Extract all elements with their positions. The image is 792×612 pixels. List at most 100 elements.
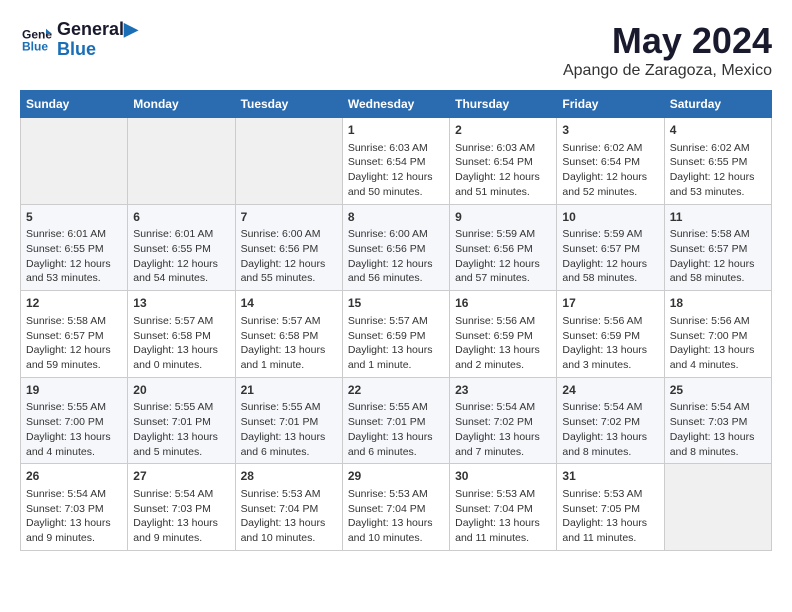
- day-info-line: Daylight: 13 hours: [348, 516, 444, 531]
- header-cell-friday: Friday: [557, 91, 664, 118]
- day-info-line: Sunset: 6:59 PM: [348, 329, 444, 344]
- day-number: 21: [241, 382, 337, 399]
- day-info-line: Sunset: 7:01 PM: [348, 415, 444, 430]
- day-info-line: Sunrise: 5:58 AM: [26, 314, 122, 329]
- day-info-line: and 55 minutes.: [241, 271, 337, 286]
- week-row-2: 5Sunrise: 6:01 AMSunset: 6:55 PMDaylight…: [21, 204, 772, 291]
- day-number: 18: [670, 295, 766, 312]
- day-number: 16: [455, 295, 551, 312]
- day-info-line: Sunrise: 5:54 AM: [26, 487, 122, 502]
- day-number: 9: [455, 209, 551, 226]
- calendar-cell: 26Sunrise: 5:54 AMSunset: 7:03 PMDayligh…: [21, 464, 128, 551]
- day-number: 23: [455, 382, 551, 399]
- day-info-line: Daylight: 12 hours: [670, 257, 766, 272]
- calendar-cell: 19Sunrise: 5:55 AMSunset: 7:00 PMDayligh…: [21, 377, 128, 464]
- day-info-line: Sunset: 6:55 PM: [133, 242, 229, 257]
- day-info-line: Sunrise: 6:03 AM: [455, 141, 551, 156]
- svg-text:Blue: Blue: [22, 39, 48, 53]
- day-number: 24: [562, 382, 658, 399]
- day-info-line: and 4 minutes.: [670, 358, 766, 373]
- calendar-cell: 27Sunrise: 5:54 AMSunset: 7:03 PMDayligh…: [128, 464, 235, 551]
- day-info-line: Daylight: 12 hours: [562, 170, 658, 185]
- day-info-line: Daylight: 13 hours: [562, 516, 658, 531]
- day-info-line: Sunrise: 5:57 AM: [133, 314, 229, 329]
- calendar-cell: 2Sunrise: 6:03 AMSunset: 6:54 PMDaylight…: [450, 118, 557, 205]
- day-info-line: Daylight: 13 hours: [241, 343, 337, 358]
- calendar-cell: [235, 118, 342, 205]
- day-info-line: and 57 minutes.: [455, 271, 551, 286]
- day-info-line: Sunset: 7:04 PM: [455, 502, 551, 517]
- calendar-cell: [664, 464, 771, 551]
- calendar-body: 1Sunrise: 6:03 AMSunset: 6:54 PMDaylight…: [21, 118, 772, 551]
- calendar-cell: 24Sunrise: 5:54 AMSunset: 7:02 PMDayligh…: [557, 377, 664, 464]
- day-number: 26: [26, 468, 122, 485]
- calendar-cell: 13 Sunrise: 5:57 AMSunset: 6:58 PMDayligh…: [128, 291, 235, 378]
- day-info-line: Sunrise: 5:57 AM: [241, 314, 337, 329]
- day-info-line: and 10 minutes.: [241, 531, 337, 546]
- day-info-line: and 10 minutes.: [348, 531, 444, 546]
- calendar-cell: 9Sunrise: 5:59 AMSunset: 6:56 PMDaylight…: [450, 204, 557, 291]
- day-info-line: Sunset: 6:57 PM: [670, 242, 766, 257]
- day-info-line: Daylight: 12 hours: [562, 257, 658, 272]
- calendar-header-row: SundayMondayTuesdayWednesdayThursdayFrid…: [21, 91, 772, 118]
- calendar-cell: 8Sunrise: 6:00 AMSunset: 6:56 PMDaylight…: [342, 204, 449, 291]
- day-info-line: Sunrise: 6:02 AM: [562, 141, 658, 156]
- day-info-line: and 59 minutes.: [26, 358, 122, 373]
- day-info-line: Daylight: 12 hours: [670, 170, 766, 185]
- day-info-line: Daylight: 12 hours: [26, 257, 122, 272]
- day-number: 6: [133, 209, 229, 226]
- subtitle: Apango de Zaragoza, Mexico: [563, 62, 772, 80]
- day-info-line: Sunset: 7:04 PM: [241, 502, 337, 517]
- day-info-line: Sunset: 7:04 PM: [348, 502, 444, 517]
- calendar-cell: 21Sunrise: 5:55 AMSunset: 7:01 PMDayligh…: [235, 377, 342, 464]
- day-info-line: Sunrise: 6:00 AM: [348, 227, 444, 242]
- day-info-line: Daylight: 13 hours: [133, 430, 229, 445]
- day-info-line: Daylight: 13 hours: [670, 430, 766, 445]
- calendar-cell: 4Sunrise: 6:02 AMSunset: 6:55 PMDaylight…: [664, 118, 771, 205]
- day-info-line: Sunrise: 5:53 AM: [455, 487, 551, 502]
- day-info-line: Daylight: 12 hours: [455, 257, 551, 272]
- day-number: 7: [241, 209, 337, 226]
- day-info-line: Sunset: 7:01 PM: [133, 415, 229, 430]
- day-info-line: Sunrise: 5:59 AM: [455, 227, 551, 242]
- calendar-cell: 10Sunrise: 5:59 AMSunset: 6:57 PMDayligh…: [557, 204, 664, 291]
- day-number: 31: [562, 468, 658, 485]
- day-info-line: and 58 minutes.: [670, 271, 766, 286]
- day-info-line: Sunrise: 5:57 AM: [348, 314, 444, 329]
- day-info-line: and 4 minutes.: [26, 445, 122, 460]
- day-info-line: Sunrise: 5:54 AM: [133, 487, 229, 502]
- calendar-cell: 22Sunrise: 5:55 AMSunset: 7:01 PMDayligh…: [342, 377, 449, 464]
- day-number: 22: [348, 382, 444, 399]
- day-info-line: and 7 minutes.: [455, 445, 551, 460]
- day-info-line: Sunset: 7:05 PM: [562, 502, 658, 517]
- day-number: 25: [670, 382, 766, 399]
- calendar-cell: 23Sunrise: 5:54 AMSunset: 7:02 PMDayligh…: [450, 377, 557, 464]
- calendar-cell: 16Sunrise: 5:56 AMSunset: 6:59 PMDayligh…: [450, 291, 557, 378]
- day-number: 17: [562, 295, 658, 312]
- day-number: 13: [133, 295, 229, 312]
- day-info-line: Sunset: 6:58 PM: [133, 329, 229, 344]
- day-number: 2: [455, 122, 551, 139]
- day-number: 10: [562, 209, 658, 226]
- main-title: May 2024: [563, 20, 772, 62]
- day-number: 28: [241, 468, 337, 485]
- day-info-line: and 5 minutes.: [133, 445, 229, 460]
- day-info-line: Daylight: 12 hours: [241, 257, 337, 272]
- day-info-line: and 0 minutes.: [133, 358, 229, 373]
- day-info-line: Sunset: 6:55 PM: [26, 242, 122, 257]
- day-info-line: Sunrise: 5:58 AM: [670, 227, 766, 242]
- day-info-line: Daylight: 13 hours: [348, 430, 444, 445]
- logo-blue: Blue: [57, 40, 138, 60]
- calendar-cell: [21, 118, 128, 205]
- day-info-line: Sunrise: 5:55 AM: [133, 400, 229, 415]
- day-info-line: Sunrise: 5:59 AM: [562, 227, 658, 242]
- day-info-line: Daylight: 12 hours: [348, 257, 444, 272]
- day-number: 3: [562, 122, 658, 139]
- header-cell-saturday: Saturday: [664, 91, 771, 118]
- header-cell-monday: Monday: [128, 91, 235, 118]
- day-info-line: and 2 minutes.: [455, 358, 551, 373]
- header-cell-wednesday: Wednesday: [342, 91, 449, 118]
- day-info-line: Sunset: 7:01 PM: [241, 415, 337, 430]
- day-number: 19: [26, 382, 122, 399]
- day-info-line: Daylight: 13 hours: [133, 343, 229, 358]
